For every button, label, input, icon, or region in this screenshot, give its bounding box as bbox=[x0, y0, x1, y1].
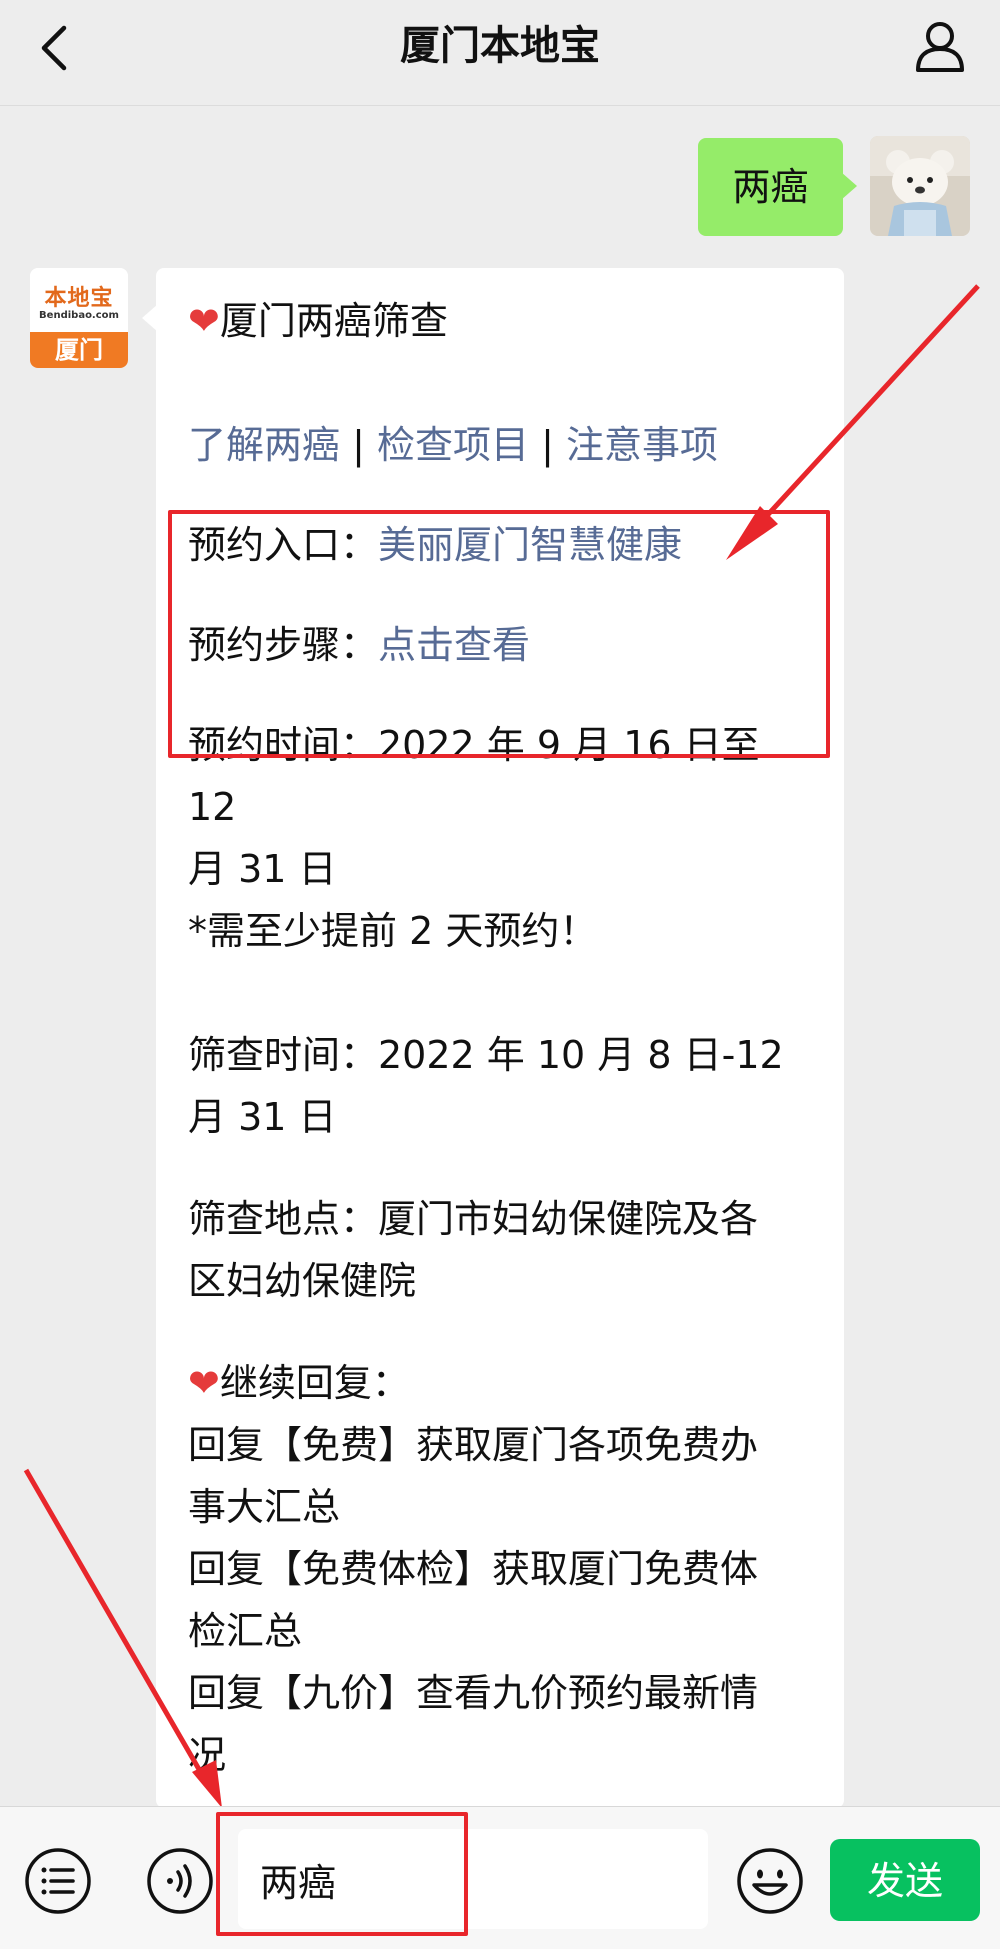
send-button[interactable]: 发送 bbox=[830, 1839, 980, 1921]
menu-list-icon[interactable] bbox=[24, 1847, 92, 1915]
voice-icon[interactable] bbox=[146, 1847, 214, 1915]
emoji-icon[interactable] bbox=[736, 1847, 804, 1915]
bottom-input-bar: 发送 bbox=[0, 1806, 1000, 1949]
highlight-box-input bbox=[216, 1812, 468, 1936]
annotation-arrows bbox=[23, 284, 980, 1808]
